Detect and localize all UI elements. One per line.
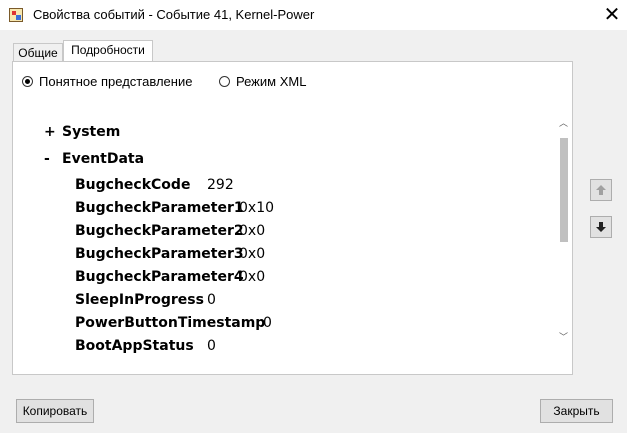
radio-xml-view-label: Режим XML — [236, 74, 307, 89]
field-value: 292 — [207, 177, 234, 193]
field-row: BugcheckParameter2 0x0 — [75, 223, 265, 239]
field-name: PowerButtonTimestamp — [75, 315, 266, 331]
radio-unchecked-icon — [219, 76, 230, 87]
copy-button[interactable]: Копировать — [16, 399, 94, 423]
scroll-up-icon[interactable]: ︿ — [559, 118, 568, 128]
radio-checked-icon — [22, 76, 33, 87]
field-row: PowerButtonTimestamp 0 — [75, 315, 272, 331]
field-value: 0x0 — [239, 246, 266, 262]
field-name: SleepInProgress — [75, 292, 204, 308]
close-window-button[interactable]: ✕ — [600, 3, 624, 27]
field-row: BugcheckParameter3 0x0 — [75, 246, 265, 262]
field-row: BootAppStatus 0 — [75, 338, 216, 354]
field-value: 0 — [207, 292, 216, 308]
field-name: BugcheckParameter3 — [75, 246, 244, 262]
radio-friendly-view[interactable]: Понятное представление — [22, 74, 192, 89]
scroll-down-icon[interactable]: ﹀ — [559, 332, 568, 342]
arrow-up-icon — [596, 185, 606, 195]
field-row: BugcheckCode 292 — [75, 177, 234, 193]
field-row: BugcheckParameter4 0x0 — [75, 269, 265, 285]
field-row: SleepInProgress 0 — [75, 292, 216, 308]
field-name: BugcheckParameter4 — [75, 269, 244, 285]
next-event-button[interactable] — [590, 216, 612, 238]
field-value: 0x0 — [239, 223, 266, 239]
collapse-toggle[interactable]: - — [44, 151, 50, 167]
details-scrollbar[interactable]: ︿ ﹀ — [558, 118, 571, 344]
tab-general[interactable]: Общие — [13, 43, 63, 62]
radio-xml-view[interactable]: Режим XML — [219, 74, 306, 89]
field-value: 0x0 — [239, 269, 266, 285]
field-value: 0 — [263, 315, 272, 331]
scrollbar-thumb[interactable] — [560, 138, 568, 242]
tree-node-system[interactable]: + System — [44, 124, 120, 140]
title-bar: Свойства событий - Событие 41, Kernel-Po… — [0, 0, 627, 30]
tab-details[interactable]: Подробности — [63, 40, 153, 61]
event-details-panel: + System - EventData BugcheckCode 292 Bu… — [30, 104, 559, 359]
close-button[interactable]: Закрыть — [540, 399, 613, 423]
tree-node-eventdata-label: EventData — [62, 151, 145, 167]
field-row: BugcheckParameter1 0x10 — [75, 200, 274, 216]
field-value: 0 — [207, 338, 216, 354]
window-title: Свойства событий - Событие 41, Kernel-Po… — [33, 7, 315, 22]
tree-node-eventdata[interactable]: - EventData — [44, 151, 144, 167]
field-name: BugcheckCode — [75, 177, 191, 193]
radio-friendly-view-label: Понятное представление — [39, 74, 193, 89]
tree-node-system-label: System — [62, 124, 121, 140]
arrow-down-icon — [596, 222, 606, 232]
expand-toggle[interactable]: + — [44, 124, 56, 140]
event-viewer-icon — [9, 8, 23, 22]
field-name: BugcheckParameter1 — [75, 200, 244, 216]
field-name: BugcheckParameter2 — [75, 223, 244, 239]
previous-event-button[interactable] — [590, 179, 612, 201]
field-name: BootAppStatus — [75, 338, 194, 354]
field-value: 0x10 — [239, 200, 275, 216]
